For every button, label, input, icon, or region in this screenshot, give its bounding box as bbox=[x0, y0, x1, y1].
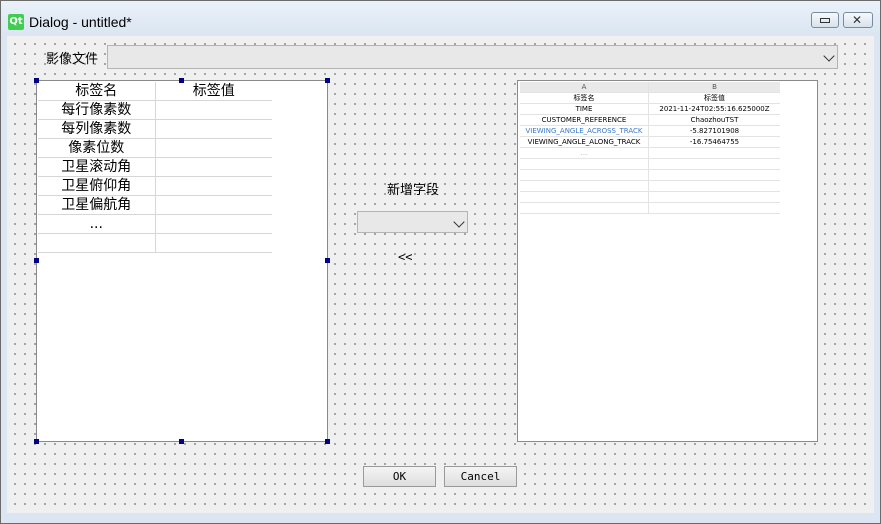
sheet-column-header-row: A B bbox=[520, 82, 780, 93]
sheet-column-b: B bbox=[649, 82, 780, 92]
sheet-column-a: A bbox=[520, 82, 649, 92]
tag-value-cell[interactable] bbox=[155, 233, 272, 253]
column-header-tag-name: 标签名 bbox=[38, 82, 156, 101]
cancel-button[interactable]: Cancel bbox=[444, 466, 517, 487]
sheet-cell: 标签名 bbox=[520, 93, 649, 103]
selection-handle[interactable] bbox=[325, 78, 330, 83]
qt-logo-icon: Qt bbox=[8, 14, 24, 30]
sheet-cell: 2021-11-24T02:55:16.625000Z bbox=[659, 105, 770, 113]
tag-value-cell[interactable] bbox=[155, 138, 272, 158]
sheet-grid: A B 标签名 标签值 TIME 2021-11-24T02:55:16.625… bbox=[520, 82, 780, 214]
title-bar: Qt Dialog - untitled* ✕ bbox=[1, 1, 880, 37]
tag-name-cell[interactable]: 卫星俯仰角 bbox=[38, 176, 156, 196]
table-row[interactable]: 卫星滚动角 bbox=[38, 157, 272, 177]
table-row[interactable]: 每行像素数 bbox=[38, 100, 272, 120]
chevron-down-icon bbox=[453, 216, 465, 228]
sheet-row: CUSTOMER_REFERENCE ChaozhouTST bbox=[520, 115, 780, 126]
sheet-cell: TIME bbox=[520, 104, 649, 114]
sheet-row: TIME 2021-11-24T02:55:16.625000Z bbox=[520, 104, 780, 115]
sheet-row bbox=[520, 192, 780, 203]
close-button[interactable]: ✕ bbox=[843, 12, 873, 28]
selection-handle[interactable] bbox=[179, 439, 184, 444]
column-header-tag-value: 标签值 bbox=[155, 82, 272, 101]
image-file-label: 影像文件 bbox=[46, 52, 99, 67]
sheet-row: VIEWING_ANGLE_ALONG_TRACK -16.75464755 bbox=[520, 137, 780, 148]
selection-handle[interactable] bbox=[179, 78, 184, 83]
table-row[interactable] bbox=[38, 233, 272, 253]
tag-value-cell[interactable] bbox=[155, 176, 272, 196]
sheet-cell: ... bbox=[520, 148, 649, 158]
sheet-cell: -5.827101908 bbox=[689, 127, 740, 135]
tag-value-cell[interactable] bbox=[155, 100, 272, 120]
tag-name-cell[interactable]: ... bbox=[38, 214, 156, 234]
table-row[interactable]: 卫星俯仰角 bbox=[38, 176, 272, 196]
selection-handle[interactable] bbox=[34, 258, 39, 263]
table-row[interactable]: ... bbox=[38, 214, 272, 234]
move-left-button[interactable]: << bbox=[398, 250, 412, 264]
tag-value-cell[interactable] bbox=[155, 195, 272, 215]
table-row[interactable]: 每列像素数 bbox=[38, 119, 272, 139]
selection-handle[interactable] bbox=[34, 439, 39, 444]
sheet-cell: 标签值 bbox=[704, 94, 725, 102]
sheet-header-row: 标签名 标签值 bbox=[520, 93, 780, 104]
tag-name-cell[interactable]: 像素位数 bbox=[38, 138, 156, 158]
tag-table-widget[interactable]: 标签名 标签值 每行像素数 每列像素数 像素位数 卫星滚动角 卫星俯仰角 卫星偏… bbox=[36, 80, 328, 442]
sheet-cell: ChaozhouTST bbox=[690, 116, 739, 124]
new-field-label: 新增字段 bbox=[387, 183, 440, 198]
selection-handle[interactable] bbox=[34, 78, 39, 83]
sheet-cell: VIEWING_ANGLE_ALONG_TRACK bbox=[520, 137, 649, 147]
sheet-row bbox=[520, 170, 780, 181]
image-file-combobox[interactable] bbox=[107, 45, 838, 69]
chevron-down-icon bbox=[823, 50, 835, 62]
sheet-row bbox=[520, 159, 780, 170]
selection-handle[interactable] bbox=[325, 439, 330, 444]
ok-button[interactable]: OK bbox=[363, 466, 436, 487]
sheet-row: ... bbox=[520, 148, 780, 159]
minimize-icon bbox=[820, 18, 830, 23]
tag-name-cell[interactable]: 卫星滚动角 bbox=[38, 157, 156, 177]
sheet-row bbox=[520, 203, 780, 214]
tag-name-cell[interactable]: 卫星偏航角 bbox=[38, 195, 156, 215]
tag-name-cell[interactable]: 每行像素数 bbox=[38, 100, 156, 120]
tag-name-cell[interactable]: 每列像素数 bbox=[38, 119, 156, 139]
sheet-preview: A B 标签名 标签值 TIME 2021-11-24T02:55:16.625… bbox=[517, 80, 818, 442]
close-icon: ✕ bbox=[852, 13, 863, 27]
sheet-cell: CUSTOMER_REFERENCE bbox=[520, 115, 649, 125]
tag-value-cell[interactable] bbox=[155, 119, 272, 139]
table-row[interactable]: 卫星偏航角 bbox=[38, 195, 272, 215]
tag-name-cell[interactable] bbox=[38, 233, 156, 253]
tag-value-cell[interactable] bbox=[155, 214, 272, 234]
sheet-cell: -16.75464755 bbox=[689, 138, 740, 146]
sheet-cell bbox=[649, 148, 780, 158]
sheet-cell: VIEWING_ANGLE_ACROSS_TRACK bbox=[520, 126, 649, 136]
selection-handle[interactable] bbox=[325, 258, 330, 263]
sheet-row: VIEWING_ANGLE_ACROSS_TRACK -5.827101908 bbox=[520, 126, 780, 137]
tag-value-cell[interactable] bbox=[155, 157, 272, 177]
minimize-button[interactable] bbox=[811, 12, 839, 28]
tag-table: 标签名 标签值 每行像素数 每列像素数 像素位数 卫星滚动角 卫星俯仰角 卫星偏… bbox=[38, 82, 272, 253]
sheet-row bbox=[520, 181, 780, 192]
window-title: Dialog - untitled* bbox=[29, 14, 132, 30]
new-field-combobox[interactable] bbox=[357, 211, 468, 233]
table-header-row: 标签名 标签值 bbox=[38, 82, 272, 101]
table-row[interactable]: 像素位数 bbox=[38, 138, 272, 158]
